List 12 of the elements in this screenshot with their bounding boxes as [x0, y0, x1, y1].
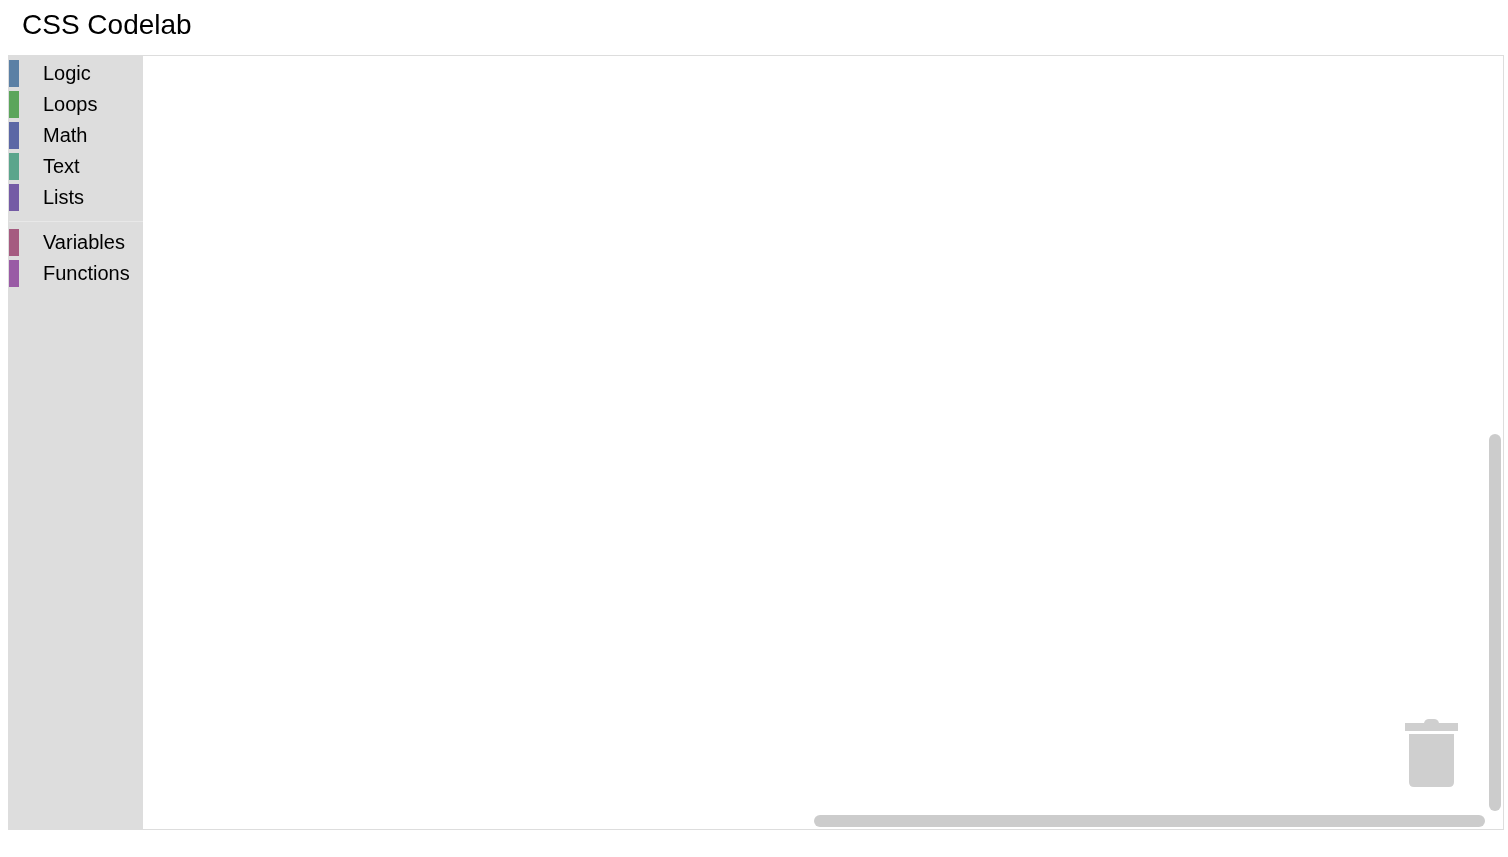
- category-item[interactable]: Math: [9, 122, 143, 149]
- workspace-canvas[interactable]: Logic Loops Math Text Lists Variables Functions: [8, 55, 1504, 830]
- vertical-scrollbar[interactable]: [1489, 434, 1501, 811]
- category-item[interactable]: Text: [9, 153, 143, 180]
- page-title: CSS Codelab: [22, 9, 192, 41]
- trash-icon[interactable]: [1405, 719, 1458, 787]
- category-item[interactable]: Loops: [9, 91, 143, 118]
- category-item[interactable]: Logic: [9, 60, 143, 87]
- category-item[interactable]: Variables: [9, 229, 143, 256]
- horizontal-scrollbar[interactable]: [814, 815, 1485, 827]
- category-item[interactable]: Lists: [9, 184, 143, 211]
- category-item[interactable]: Functions: [9, 260, 143, 287]
